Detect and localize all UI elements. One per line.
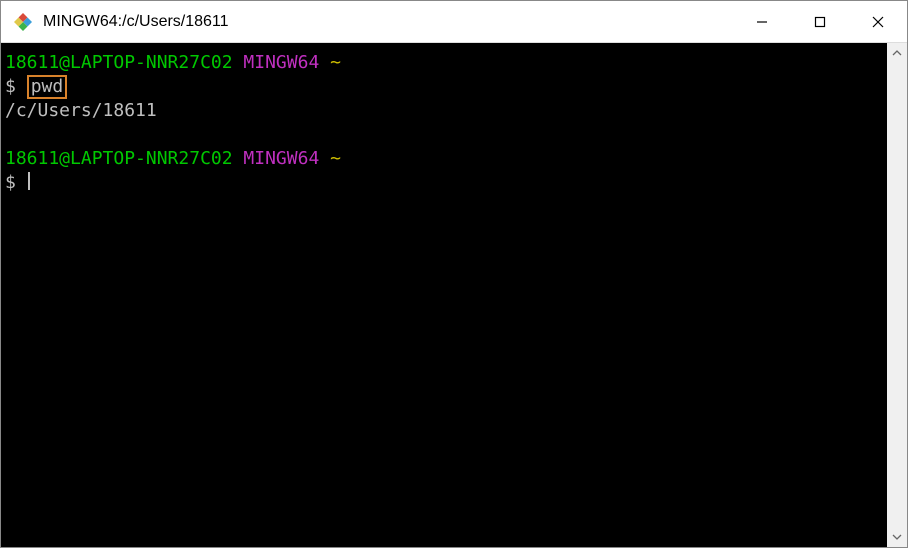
- scroll-up-button[interactable]: [887, 43, 907, 63]
- prompt-dollar: $: [5, 76, 16, 97]
- close-button[interactable]: [849, 1, 907, 42]
- prompt-userhost: 18611@LAPTOP-NNR27C02: [5, 52, 233, 73]
- prompt-env: MINGW64: [243, 52, 319, 73]
- terminal-wrapper: 18611@LAPTOP-NNR27C02 MINGW64 ~ $ pwd /c…: [1, 43, 907, 547]
- minimize-button[interactable]: [733, 1, 791, 42]
- maximize-icon: [813, 15, 827, 29]
- prompt-env: MINGW64: [243, 148, 319, 169]
- minimize-icon: [755, 15, 769, 29]
- chevron-down-icon: [892, 532, 902, 542]
- prompt-dollar: $: [5, 172, 16, 193]
- prompt-userhost: 18611@LAPTOP-NNR27C02: [5, 148, 233, 169]
- git-bash-icon: [13, 12, 33, 32]
- scroll-down-button[interactable]: [887, 527, 907, 547]
- window-controls: [733, 1, 907, 42]
- command-text: pwd: [31, 76, 64, 97]
- command-output: /c/Users/18611: [5, 100, 157, 121]
- close-icon: [871, 15, 885, 29]
- window-title: MINGW64:/c/Users/18611: [43, 13, 733, 31]
- scroll-track[interactable]: [887, 63, 907, 527]
- terminal[interactable]: 18611@LAPTOP-NNR27C02 MINGW64 ~ $ pwd /c…: [1, 43, 887, 547]
- prompt-path: ~: [330, 148, 341, 169]
- chevron-up-icon: [892, 48, 902, 58]
- window: MINGW64:/c/Users/18611 18611@LAPTOP-NNR2…: [0, 0, 908, 548]
- text-cursor: [28, 172, 30, 190]
- maximize-button[interactable]: [791, 1, 849, 42]
- highlighted-command: pwd: [27, 75, 68, 99]
- prompt-path: ~: [330, 52, 341, 73]
- scrollbar[interactable]: [887, 43, 907, 547]
- titlebar[interactable]: MINGW64:/c/Users/18611: [1, 1, 907, 43]
